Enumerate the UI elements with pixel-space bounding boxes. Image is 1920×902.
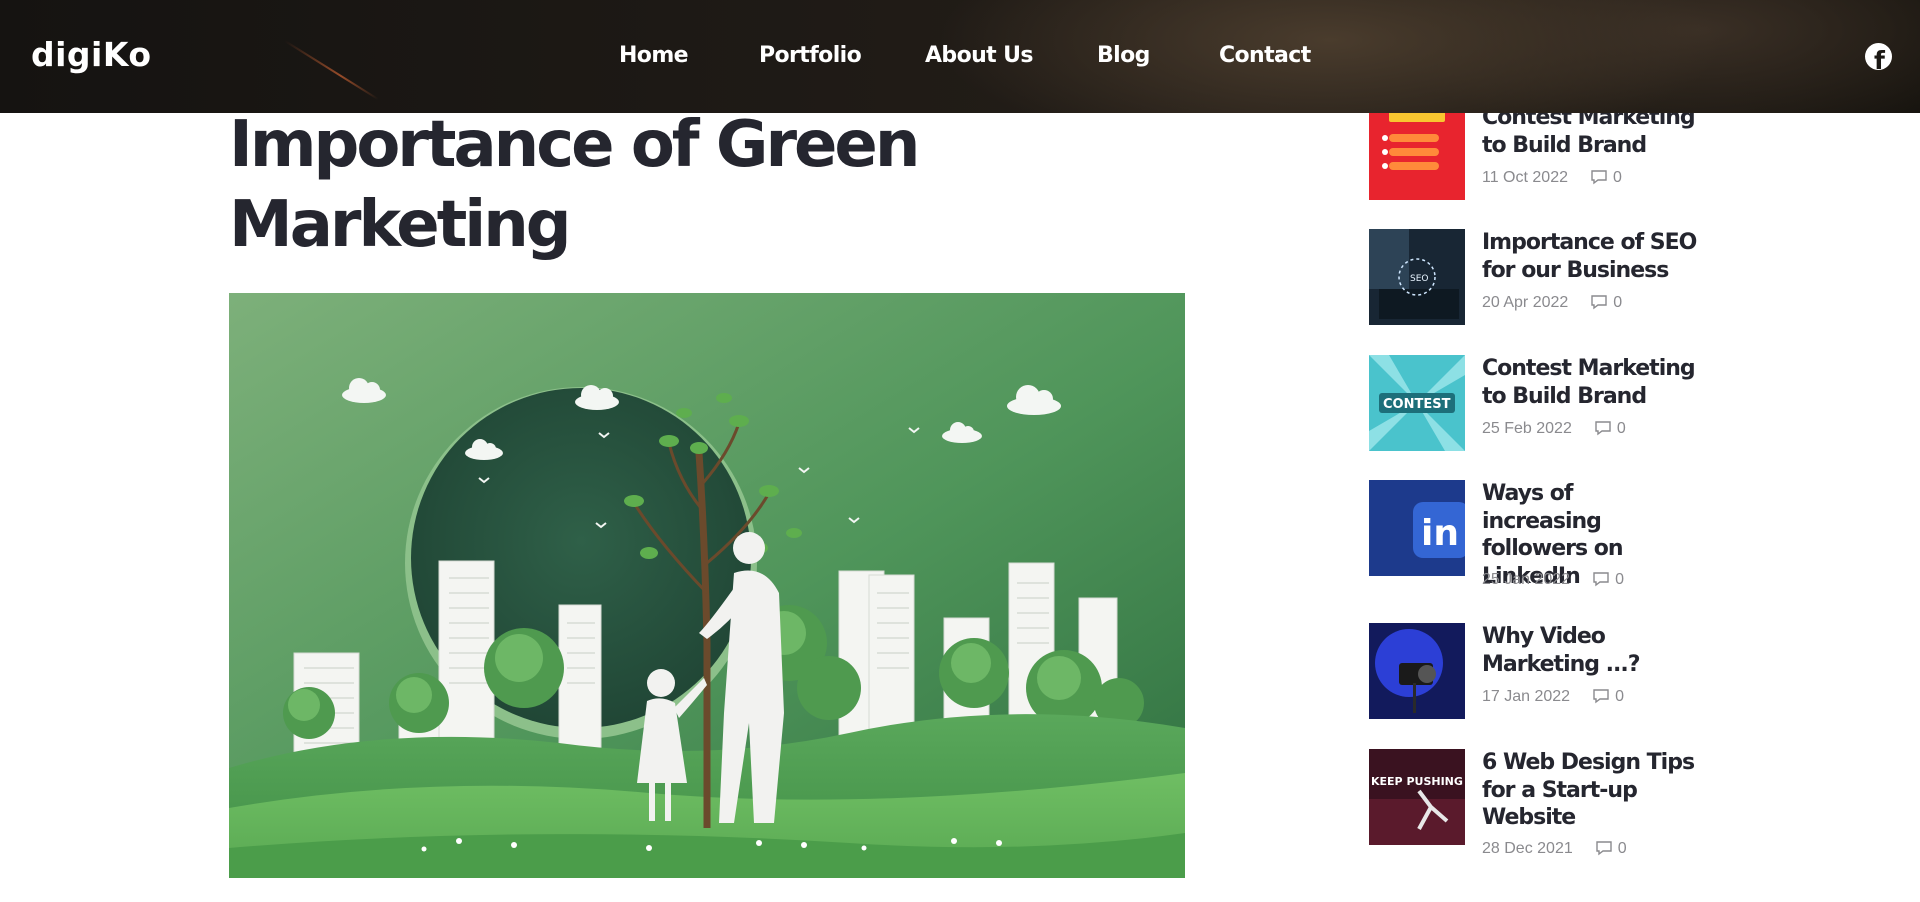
comment-count[interactable]: 0 [1592,688,1624,705]
recent-post[interactable]: SEO Importance of SEO for our Business 2… [1369,229,1699,339]
recent-post[interactable]: in Ways of increasing followers on Linke… [1369,480,1699,615]
comment-icon [1591,170,1607,185]
nav-portfolio[interactable]: Portfolio [759,41,862,71]
post-meta: 17 Jan 2022 0 [1482,687,1624,707]
post-thumbnail[interactable] [1369,104,1465,200]
post-title: Importance of Green Marketing [229,108,920,262]
site-header: digiKo Home Portfolio About Us Blog Cont… [0,0,1920,113]
post-thumbnail[interactable]: CONTEST [1369,355,1465,451]
post-title[interactable]: 6 Web Design Tips for a Start-up Website [1482,749,1697,832]
post-date: 25 Jan 2022 [1482,571,1571,588]
post-thumbnail[interactable] [1369,623,1465,719]
svg-text:SEO: SEO [1410,274,1428,284]
post-meta: 25 Feb 2022 0 [1482,419,1626,439]
nav-about-us[interactable]: About Us [925,41,1033,71]
comment-count[interactable]: 0 [1590,169,1622,186]
post-date: 20 Apr 2022 [1482,294,1569,311]
recent-posts-sidebar: Contest Marketing to Build Brand 11 Oct … [1369,0,1699,902]
post-title[interactable]: Importance of SEO for our Business [1482,229,1697,284]
nav-home[interactable]: Home [619,41,689,71]
post-thumbnail[interactable]: in [1369,480,1465,576]
comment-icon [1596,841,1612,856]
comment-count[interactable]: 0 [1590,294,1622,311]
post-title[interactable]: Contest Marketing to Build Brand [1482,355,1697,410]
post-date: 28 Dec 2021 [1482,840,1573,857]
svg-text:KEEP PUSHING: KEEP PUSHING [1371,775,1463,788]
svg-text:CONTEST: CONTEST [1383,397,1451,412]
comment-icon [1595,421,1611,436]
svg-text:in: in [1421,513,1459,554]
post-thumbnail[interactable]: SEO [1369,229,1465,325]
post-meta: 28 Dec 2021 0 [1482,839,1627,859]
comment-count[interactable]: 0 [1592,571,1624,588]
facebook-icon[interactable]: f [1865,43,1892,70]
post-thumbnail[interactable]: KEEP PUSHING [1369,749,1465,845]
post-meta: 20 Apr 2022 0 [1482,293,1622,313]
nav-blog[interactable]: Blog [1097,41,1150,71]
comment-count[interactable]: 0 [1594,420,1626,437]
post-meta: 11 Oct 2022 0 [1482,168,1622,188]
comment-icon [1593,689,1609,704]
hero-image [229,293,1185,878]
post-date: 11 Oct 2022 [1482,169,1568,186]
post-title[interactable]: Why Video Marketing ...? [1482,623,1697,678]
comment-count[interactable]: 0 [1595,840,1627,857]
comment-icon [1591,295,1607,310]
main-nav: Home Portfolio About Us Blog Contact [0,0,1920,113]
post-date: 25 Feb 2022 [1482,420,1572,437]
recent-post[interactable]: CONTEST Contest Marketing to Build Brand… [1369,355,1699,465]
nav-contact[interactable]: Contact [1219,41,1311,71]
recent-post[interactable]: Contest Marketing to Build Brand 11 Oct … [1369,104,1699,214]
recent-post[interactable]: KEEP PUSHING 6 Web Design Tips for a Sta… [1369,749,1699,884]
comment-icon [1593,572,1609,587]
recent-post[interactable]: Why Video Marketing ...? 17 Jan 2022 0 [1369,623,1699,733]
post-date: 17 Jan 2022 [1482,688,1571,705]
post-meta: 25 Jan 2022 0 [1482,570,1624,590]
